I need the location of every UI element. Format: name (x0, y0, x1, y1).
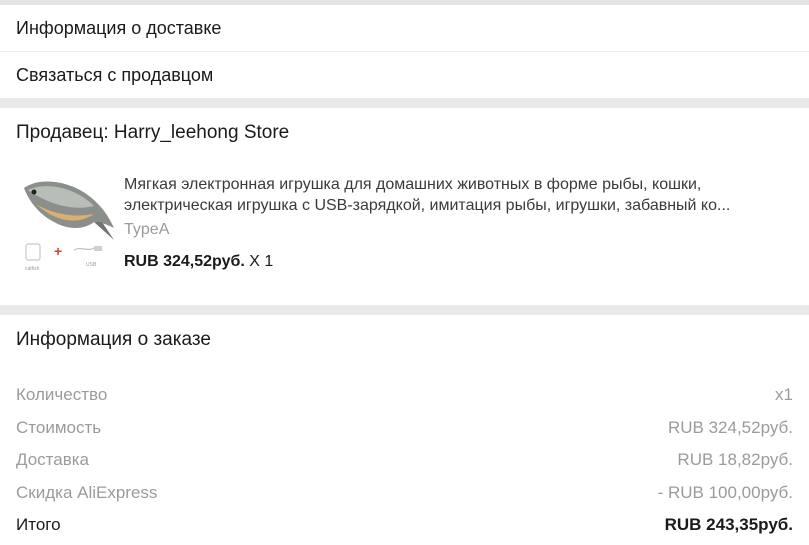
order-row-quantity: Количество x1 (16, 379, 793, 412)
svg-text:+: + (54, 243, 62, 259)
order-row-discount: Скидка AliExpress - RUB 100,00руб. (16, 477, 793, 510)
order-row-value: RUB 18,82руб. (677, 450, 793, 470)
contact-seller-link[interactable]: Связаться с продавцом (0, 51, 809, 98)
seller-title[interactable]: Продавец: Harry_leehong Store (16, 122, 289, 144)
product-price: RUB 324,52руб. (124, 253, 245, 270)
order-info-title: Информация о заказе (16, 329, 211, 350)
order-row-value: x1 (775, 385, 793, 405)
order-row-label: Стоимость (16, 417, 102, 437)
product-thumbnail[interactable]: + catfish USB (18, 170, 116, 278)
delivery-info-link[interactable]: Информация о доставке (0, 5, 809, 51)
product-price-line: RUB 324,52руб. X 1 (124, 253, 794, 271)
order-summary: Количество x1 Стоимость RUB 324,52руб. Д… (16, 379, 793, 542)
order-row-value: RUB 243,35руб. (664, 515, 793, 535)
order-row-label: Скидка AliExpress (16, 482, 158, 502)
thumb-label-left: catfish (25, 266, 40, 272)
product-quantity: X 1 (249, 253, 274, 270)
order-row-delivery: Доставка RUB 18,82руб. (16, 444, 793, 477)
order-row-label: Итого (16, 515, 61, 535)
product-info: Мягкая электронная игрушка для домашних … (124, 174, 794, 271)
order-row-total: Итого RUB 243,35руб. (16, 509, 793, 542)
product-title[interactable]: Мягкая электронная игрушка для домашних … (124, 174, 794, 216)
order-row-value: - RUB 100,00руб. (657, 482, 793, 502)
order-row-value: RUB 324,52руб. (667, 417, 793, 437)
order-row-cost: Стоимость RUB 324,52руб. (16, 412, 793, 445)
links-card: Информация о доставке Связаться с продав… (0, 5, 809, 98)
seller-card: Продавец: Harry_leehong Store + catfish … (0, 108, 809, 305)
product-variant: TypeA (124, 221, 170, 238)
order-row-label: Количество (16, 385, 108, 405)
order-info-card: Информация о заказе Количество x1 Стоимо… (0, 315, 809, 545)
order-row-label: Доставка (16, 450, 90, 470)
thumb-label-right: USB (86, 262, 97, 268)
